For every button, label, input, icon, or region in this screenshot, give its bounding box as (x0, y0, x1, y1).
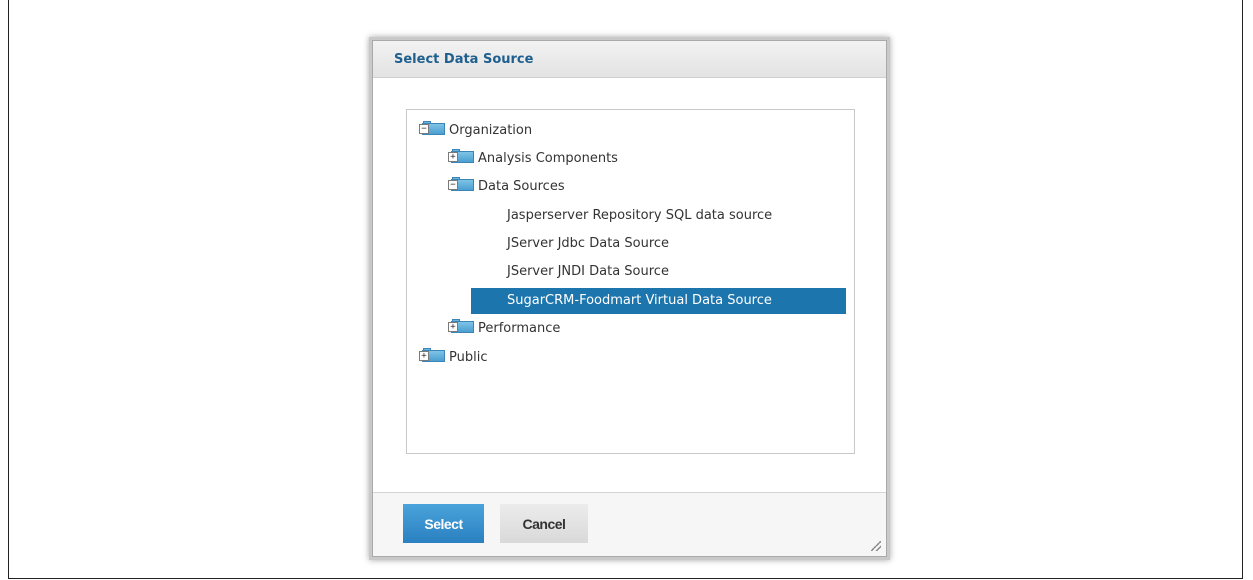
expand-icon[interactable]: + (448, 152, 458, 162)
dialog-footer: Select Cancel (373, 492, 886, 556)
repository-tree: − Organization + Analysis Components − D… (406, 109, 855, 454)
tree-leaf-label: Jasperserver Repository SQL data source (507, 208, 773, 223)
tree-node-label: Data Sources (478, 179, 565, 194)
folder-icon: + (419, 348, 446, 363)
tree-node-analysis-components[interactable]: + Analysis Components (448, 147, 618, 171)
tree-leaf-label: JServer Jdbc Data Source (507, 236, 670, 251)
tree-node-label: Analysis Components (478, 151, 618, 166)
folder-icon: − (448, 177, 475, 192)
tree-node-label: Public (449, 350, 488, 365)
resize-grip-icon[interactable] (871, 541, 881, 551)
tree-node-label: Organization (449, 123, 533, 138)
collapse-icon[interactable]: − (448, 180, 458, 190)
tree-node-label: Performance (478, 321, 561, 336)
tree-node-public[interactable]: + Public (419, 346, 487, 370)
tree-node-organization[interactable]: − Organization (419, 119, 532, 143)
dialog-header: Select Data Source (373, 41, 886, 78)
tree-leaf-repository-sql-data-source[interactable]: Jasperserver Repository SQL data source (471, 203, 846, 229)
select-data-source-dialog: Select Data Source − Organization + Anal… (372, 40, 887, 557)
tree-leaf-jserver-jdbc-data-source[interactable]: JServer Jdbc Data Source (471, 231, 846, 257)
tree-leaf-jserver-jndi-data-source[interactable]: JServer JNDI Data Source (471, 259, 846, 285)
select-button[interactable]: Select (403, 504, 484, 543)
tree-leaf-label: SugarCRM-Foodmart Virtual Data Source (507, 293, 772, 308)
expand-icon[interactable]: + (448, 322, 458, 332)
collapse-icon[interactable]: − (419, 124, 429, 134)
tree-node-performance[interactable]: + Performance (448, 317, 560, 341)
folder-icon: − (419, 121, 446, 136)
expand-icon[interactable]: + (419, 351, 429, 361)
tree-leaf-label: JServer JNDI Data Source (507, 264, 669, 279)
tree-leaf-sugarcrm-foodmart-virtual-data-source[interactable]: SugarCRM-Foodmart Virtual Data Source (471, 288, 846, 314)
folder-icon: + (448, 319, 475, 334)
folder-icon: + (448, 149, 475, 164)
tree-node-data-sources[interactable]: − Data Sources (448, 175, 565, 199)
cancel-button[interactable]: Cancel (500, 504, 588, 543)
dialog-title: Select Data Source (394, 52, 534, 67)
